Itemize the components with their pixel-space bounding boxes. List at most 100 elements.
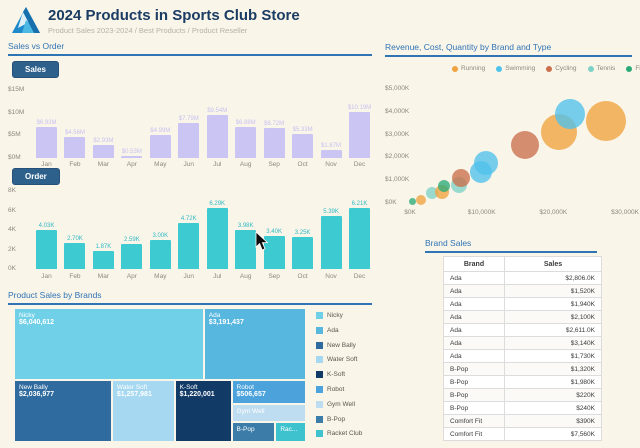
order-bar-Mar[interactable]: 1.87K xyxy=(93,191,114,269)
table-row[interactable]: Ada$3,140K xyxy=(444,337,602,350)
sales-bar-Dec[interactable]: $10.19M xyxy=(349,90,370,158)
bar-value-label: $6.72M xyxy=(264,121,284,127)
bubble-fitness[interactable] xyxy=(409,198,416,205)
treemap-block-rac-[interactable]: Rac... xyxy=(275,422,306,442)
running-series-dot-icon xyxy=(452,66,458,72)
treemap-legend-item-nicky[interactable]: Nicky xyxy=(316,312,343,319)
brand-cell: B-Pop xyxy=(444,389,505,402)
table-row[interactable]: Comfort Fit$7,560K xyxy=(444,428,602,441)
x-axis-labels: JanFebMarAprMayJunJulAugSepOctNovDec xyxy=(36,161,370,168)
treemap-legend-item-b-pop[interactable]: B-Pop xyxy=(316,416,345,423)
sales-bar-Mar[interactable]: $2.93M xyxy=(93,90,114,158)
bar-rect xyxy=(64,243,85,269)
treemap-block-name: Nicky xyxy=(19,312,199,319)
order-bar-Jun[interactable]: 4.72K xyxy=(178,191,199,269)
table-row[interactable]: Ada$2,611.0K xyxy=(444,324,602,337)
bar-value-label: $9.54M xyxy=(207,108,227,114)
fitness-series-dot-icon xyxy=(626,66,632,72)
treemap-block-nicky[interactable]: Nicky$6,040,612 xyxy=(14,308,204,380)
bubble-cycling[interactable] xyxy=(511,131,539,159)
treemap-block-water-soft[interactable]: Water Soft$1,257,981 xyxy=(112,380,175,442)
brand-cell: Comfort Fit xyxy=(444,428,505,441)
y-axis-tick: 2K xyxy=(8,246,16,253)
sales-bar-Feb[interactable]: $4.56M xyxy=(64,90,85,158)
treemap-block-k-soft[interactable]: K-Soft$1,220,001 xyxy=(175,380,232,442)
sales-cell: $2,806.0K xyxy=(505,272,602,285)
sales-bar-Aug[interactable]: $6.88M xyxy=(235,90,256,158)
tennis-series-dot-icon xyxy=(588,66,594,72)
bar-rect xyxy=(178,223,199,269)
order-bar-Oct[interactable]: 3.25K xyxy=(292,191,313,269)
order-bar-Apr[interactable]: 2.59K xyxy=(121,191,142,269)
sales-bar-Jun[interactable]: $7.79M xyxy=(178,90,199,158)
treemap-legend-item-new-bally[interactable]: New Bally xyxy=(316,342,356,349)
legend-label: Running xyxy=(461,65,485,72)
x-axis-tick: Jul xyxy=(207,161,228,168)
treemap-block-gym-well[interactable]: Gym Well xyxy=(232,404,306,421)
bar-rect xyxy=(36,230,57,269)
treemap-block-b-pop[interactable]: B-Pop xyxy=(232,422,276,442)
sales-bar-Jan[interactable]: $6.93M xyxy=(36,90,57,158)
legend-label: Ada xyxy=(327,327,339,334)
sales-tab-badge[interactable]: Sales xyxy=(12,61,59,78)
treemap-legend-item-racket-club[interactable]: Racket Club xyxy=(316,430,362,437)
legend-item-swimming[interactable]: Swimming xyxy=(496,65,535,72)
legend-label: Tennis xyxy=(597,65,616,72)
table-row[interactable]: B-Pop$1,980K xyxy=(444,376,602,389)
treemap-block-robot[interactable]: Robot$506,657 xyxy=(232,380,306,404)
sales-bar-Apr[interactable]: $0.53M xyxy=(121,90,142,158)
order-bar-Jul[interactable]: 6.29K xyxy=(207,191,228,269)
order-bar-Dec[interactable]: 6.21K xyxy=(349,191,370,269)
treemap-legend-item-ada[interactable]: Ada xyxy=(316,327,339,334)
table-row[interactable]: Ada$2,806.0K xyxy=(444,272,602,285)
sales-bar-Nov[interactable]: $1.87M xyxy=(321,90,342,158)
order-bar-Feb[interactable]: 2.70K xyxy=(64,191,85,269)
table-row[interactable]: Ada$2,100K xyxy=(444,311,602,324)
table-row[interactable]: Ada$1,520K xyxy=(444,285,602,298)
table-row[interactable]: Ada$1,730K xyxy=(444,350,602,363)
bar-value-label: 2.59K xyxy=(124,237,140,243)
order-bar-May[interactable]: 3.00K xyxy=(150,191,171,269)
bubble-running[interactable] xyxy=(586,101,626,141)
bar-value-label: $1.87M xyxy=(321,143,341,149)
table-row[interactable]: Ada$1,940K xyxy=(444,298,602,311)
treemap-block-ada[interactable]: Ada$3,191,437 xyxy=(204,308,306,380)
treemap-block-name: Robot xyxy=(237,384,301,391)
legend-item-tennis[interactable]: Tennis xyxy=(588,65,616,72)
table-row[interactable]: B-Pop$1,320K xyxy=(444,363,602,376)
bubble-running[interactable] xyxy=(416,195,426,205)
table-row[interactable]: Comfort Fit$390K xyxy=(444,415,602,428)
treemap-legend-item-robot[interactable]: Robot xyxy=(316,386,344,393)
x-axis-tick: Jun xyxy=(178,161,199,168)
order-bar-Jan[interactable]: 4.03K xyxy=(36,191,57,269)
order-tab-badge[interactable]: Order xyxy=(12,168,60,185)
treemap-legend-item-gym-well[interactable]: Gym Well xyxy=(316,401,355,408)
order-bar-Aug[interactable]: 3.98K xyxy=(235,191,256,269)
bars-area: 4.03K 2.70K 1.87K 2.59K 3.00K 4.72K 6.29K 3.98K… xyxy=(36,191,370,269)
brand-sales-table: BrandSalesAda$2,806.0KAda$1,520KAda$1,94… xyxy=(443,256,602,441)
bubble-swimming[interactable] xyxy=(555,99,585,129)
legend-item-fitness[interactable]: Fitness xyxy=(626,65,640,72)
legend-item-running[interactable]: Running xyxy=(452,65,485,72)
x-axis-tick: Mar xyxy=(93,273,114,280)
order-bar-Sep[interactable]: 3.40K xyxy=(264,191,285,269)
order-bar-Nov[interactable]: 5.39K xyxy=(321,191,342,269)
treemap-block-new-bally[interactable]: New Bally$2,036,977 xyxy=(14,380,112,442)
sales-cell: $7,560K xyxy=(505,428,602,441)
sales-bar-May[interactable]: $4.99M xyxy=(150,90,171,158)
column-header-brand: Brand xyxy=(444,257,505,272)
sales-bar-Jul[interactable]: $9.54M xyxy=(207,90,228,158)
sales-bar-Sep[interactable]: $6.72M xyxy=(264,90,285,158)
bubble-swimming[interactable] xyxy=(474,151,498,175)
y-axis-tick: $10M xyxy=(8,109,24,116)
sales-bar-Oct[interactable]: $5.33M xyxy=(292,90,313,158)
table-row[interactable]: B-Pop$240K xyxy=(444,402,602,415)
sales-cell: $220K xyxy=(505,389,602,402)
bar-value-label: 3.00K xyxy=(152,233,168,239)
bubble-cycling[interactable] xyxy=(452,169,470,187)
table-row[interactable]: B-Pop$220K xyxy=(444,389,602,402)
treemap-legend-item-water-soft[interactable]: Water Soft xyxy=(316,356,357,363)
legend-item-cycling[interactable]: Cycling xyxy=(546,65,576,72)
bar-value-label: $4.99M xyxy=(150,128,170,134)
treemap-legend-item-k-soft[interactable]: K-Soft xyxy=(316,371,345,378)
